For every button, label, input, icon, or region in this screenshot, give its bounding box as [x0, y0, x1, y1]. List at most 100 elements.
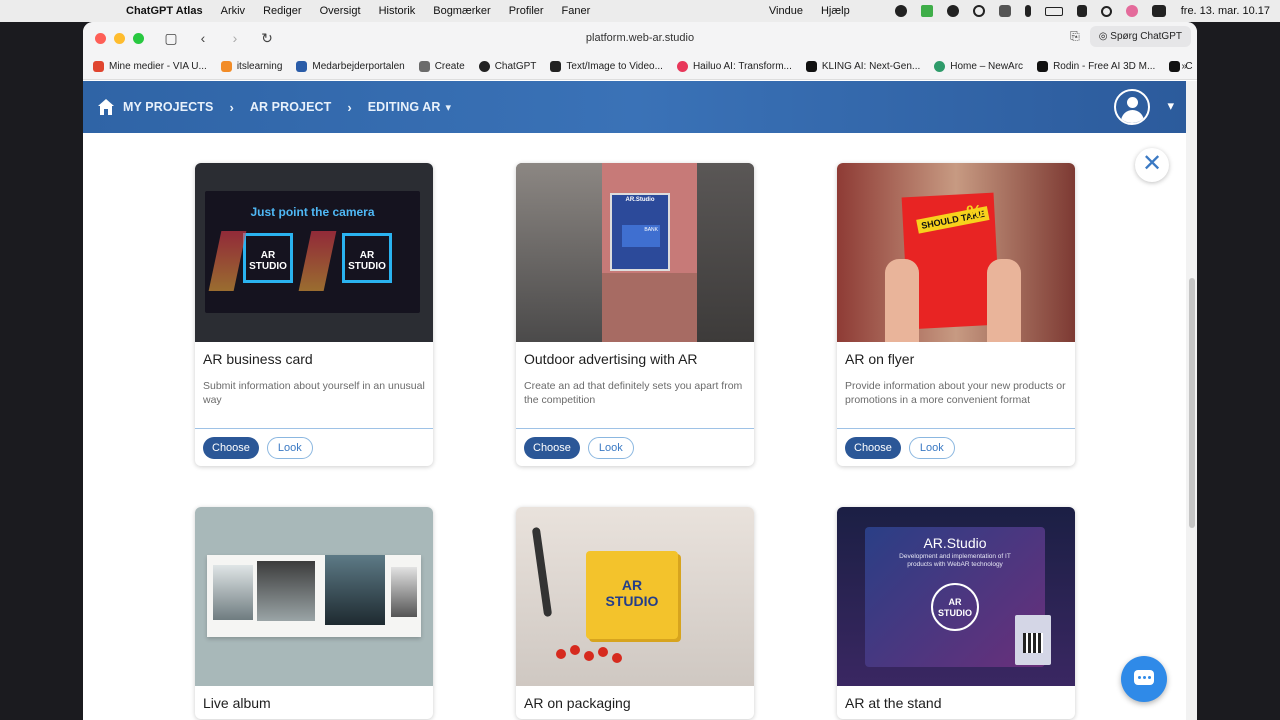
extension-icon[interactable]	[920, 5, 933, 17]
card-image: Just point the camera AR STUDIO AR STUDI…	[195, 163, 433, 342]
bookmark-favicon-icon	[418, 61, 430, 72]
bookmark-item[interactable]: itslearning	[220, 61, 282, 72]
choose-button[interactable]: Choose	[524, 436, 580, 459]
user-avatar[interactable]	[1114, 89, 1150, 125]
bookmark-item[interactable]: KLING AI: Next-Gen...	[805, 61, 921, 72]
bookmark-label: KLING AI: Next-Gen...	[821, 61, 921, 72]
bookmark-favicon-icon	[676, 61, 688, 72]
bookmark-favicon-icon	[220, 61, 232, 72]
choose-button[interactable]: Choose	[203, 436, 259, 459]
back-icon[interactable]: ‹	[196, 30, 210, 46]
menu-item-faner[interactable]: Faner	[562, 5, 591, 17]
breadcrumb-ar-project[interactable]: AR PROJECT	[250, 100, 332, 114]
album-photo	[213, 565, 253, 620]
card-image: SHOULD TAKE %	[837, 163, 1075, 342]
ar-studio-logo: AR STUDIO	[243, 233, 293, 283]
menu-item-rediger[interactable]: Rediger	[263, 5, 302, 17]
card-actions: Choose Look	[195, 428, 433, 466]
breadcrumb-separator-icon: ›	[347, 99, 352, 115]
template-card-ar-business-card: Just point the camera AR STUDIO AR STUDI…	[195, 163, 433, 466]
image-storefront	[516, 163, 602, 342]
scrollbar-thumb[interactable]	[1189, 278, 1195, 528]
bookmark-item[interactable]: Hailuo AI: Transform...	[676, 61, 792, 72]
bookmark-favicon-icon	[934, 61, 946, 72]
chat-support-button[interactable]	[1121, 656, 1167, 702]
menu-item-hjaelp[interactable]: Hjælp	[821, 5, 850, 17]
look-button[interactable]: Look	[266, 436, 313, 459]
wifi-icon[interactable]	[972, 5, 985, 17]
chevron-down-icon[interactable]: ▾	[446, 101, 452, 114]
user-switch-icon[interactable]	[1076, 5, 1087, 17]
page-scrollbar[interactable]	[1186, 81, 1197, 720]
choose-button[interactable]: Choose	[845, 436, 901, 459]
zoom-window-button[interactable]	[133, 32, 144, 44]
bookmarks-bar: Mine medier - VIA U... itslearning Medar…	[83, 54, 1197, 80]
template-card-ar-at-the-stand: AR.Studio Development and implementation…	[837, 507, 1075, 719]
image-package: AR STUDIO	[586, 551, 678, 639]
minimize-window-button[interactable]	[114, 32, 125, 44]
bookmark-item[interactable]: Mine medier - VIA U...	[93, 61, 207, 72]
bookmark-item[interactable]: Text/Image to Video...	[550, 61, 663, 72]
card-title: AR on packaging	[524, 695, 631, 711]
bookmark-item[interactable]: Rodin - Free AI 3D M...	[1037, 61, 1155, 72]
album-photo	[325, 555, 385, 625]
image-knife	[531, 526, 553, 618]
bookmark-item[interactable]: Home – NewArc	[934, 61, 1023, 72]
bookmark-item[interactable]: Create	[418, 61, 465, 72]
app-header: MY PROJECTS › AR PROJECT › EDITING AR ▾ …	[83, 81, 1186, 133]
menu-item-vindue[interactable]: Vindue	[769, 5, 803, 17]
decor-stripe	[298, 231, 337, 291]
menu-item-bogmaerker[interactable]: Bogmærker	[433, 5, 490, 17]
chatgpt-icon[interactable]	[946, 5, 959, 17]
bookmark-favicon-icon	[296, 61, 308, 72]
card-title: AR on flyer	[845, 351, 915, 367]
image-album	[207, 555, 421, 637]
reload-icon[interactable]: ↻	[260, 30, 274, 47]
look-button[interactable]: Look	[908, 436, 955, 459]
image-poster: AR.Studio BANK	[610, 193, 670, 271]
menubar-clock[interactable]: fre. 13. mar. 10.17	[1181, 5, 1270, 17]
spotlight-search-icon[interactable]	[1100, 5, 1112, 17]
template-card-ar-on-packaging: AR STUDIO AR on packaging	[516, 507, 754, 719]
siri-icon[interactable]	[1125, 5, 1138, 17]
template-card-outdoor-advertising: AR.Studio BANK Outdoor advertising with …	[516, 163, 754, 466]
bookmark-item[interactable]: Medarbejderportalen	[296, 61, 405, 72]
card-image	[195, 507, 433, 686]
forward-icon[interactable]: ›	[228, 30, 242, 46]
address-bar[interactable]: platform.web-ar.studio	[83, 22, 1197, 54]
sidebar-toggle-icon[interactable]: ▢	[164, 30, 178, 47]
stand-logo: AR STUDIO	[931, 583, 979, 631]
chat-bubble-icon	[1134, 670, 1154, 685]
menu-item-oversigt[interactable]: Oversigt	[320, 5, 361, 17]
card-description: Submit information about yourself in an …	[203, 380, 425, 406]
close-window-button[interactable]	[95, 32, 106, 44]
bookmarks-overflow-button[interactable]: »	[1181, 61, 1187, 72]
bluetooth-icon[interactable]	[1024, 5, 1031, 17]
home-icon[interactable]	[97, 98, 115, 116]
control-center-icon[interactable]	[1151, 5, 1166, 17]
bookmark-label: Medarbejderportalen	[312, 61, 405, 72]
menu-app-name[interactable]: ChatGPT Atlas	[126, 5, 203, 17]
record-icon[interactable]	[894, 5, 907, 17]
card-title: Live album	[203, 695, 271, 711]
menu-item-arkiv[interactable]: Arkiv	[221, 5, 245, 17]
menu-item-profiler[interactable]: Profiler	[509, 5, 544, 17]
card-image: AR.Studio BANK	[516, 163, 754, 342]
menu-item-historik[interactable]: Historik	[379, 5, 416, 17]
battery-icon[interactable]	[1044, 6, 1063, 16]
bluetooth-device-icon[interactable]	[998, 5, 1011, 17]
account-chevron-down-icon[interactable]: ▾	[1167, 98, 1174, 114]
breadcrumb-editing-ar[interactable]: EDITING AR	[368, 100, 441, 114]
bookmark-favicon-icon	[1037, 61, 1049, 72]
bookmark-favicon-icon	[93, 61, 104, 72]
image-pillar-base	[602, 273, 697, 342]
macos-menubar: ChatGPT Atlas Arkiv Rediger Oversigt His…	[0, 0, 1280, 22]
ask-chatgpt-button[interactable]: ◎ Spørg ChatGPT	[1089, 26, 1191, 47]
look-button[interactable]: Look	[587, 436, 634, 459]
bookmark-label: Mine medier - VIA U...	[109, 61, 207, 72]
share-icon[interactable]: ⎘	[1070, 29, 1080, 44]
close-button[interactable]: ✕	[1135, 148, 1169, 182]
bookmark-favicon-icon	[550, 61, 562, 72]
breadcrumb-my-projects[interactable]: MY PROJECTS	[123, 100, 213, 114]
bookmark-item[interactable]: ChatGPT	[478, 61, 536, 72]
